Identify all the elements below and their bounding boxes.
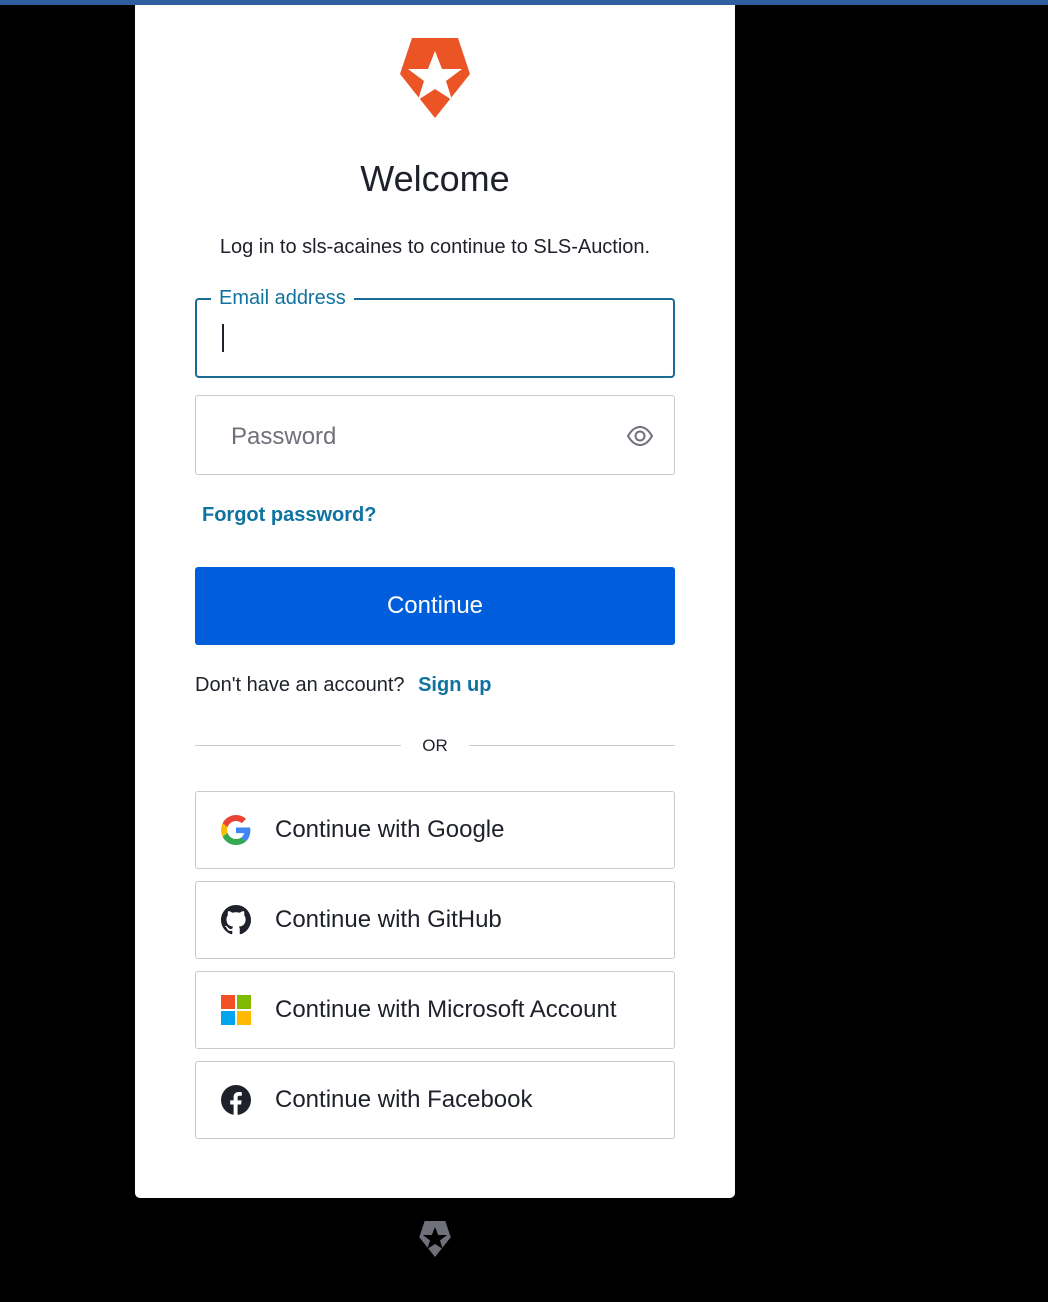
auth0-footer-icon	[419, 1221, 451, 1257]
divider-or-label: OR	[422, 736, 448, 755]
password-placeholder: Password	[231, 423, 337, 450]
facebook-button-label: Continue with Facebook	[275, 1086, 533, 1113]
google-icon	[221, 815, 251, 845]
auth0-logo-icon	[400, 38, 470, 118]
divider-line-right	[469, 745, 675, 746]
continue-with-github-button[interactable]: Continue with GitHub	[195, 881, 675, 959]
email-field[interactable]: Email address	[195, 286, 675, 378]
signup-row: Don't have an account? Sign up	[195, 673, 491, 697]
microsoft-icon	[221, 995, 251, 1025]
google-button-label: Continue with Google	[275, 816, 505, 843]
github-button-label: Continue with GitHub	[275, 906, 502, 933]
text-cursor	[222, 324, 224, 352]
facebook-icon	[221, 1085, 251, 1115]
divider-line-left	[195, 745, 401, 746]
page-title: Welcome	[360, 158, 510, 199]
page-subtitle: Log in to sls-acaines to continue to SLS…	[219, 236, 651, 258]
eye-icon[interactable]	[626, 422, 654, 450]
password-field[interactable]: Password	[195, 395, 675, 475]
continue-with-google-button[interactable]: Continue with Google	[195, 791, 675, 869]
continue-with-facebook-button[interactable]: Continue with Facebook	[195, 1061, 675, 1139]
github-icon	[221, 905, 251, 935]
microsoft-button-label: Continue with Microsoft Account	[275, 996, 617, 1023]
forgot-password-link[interactable]: Forgot password?	[202, 503, 376, 527]
continue-button[interactable]: Continue	[195, 567, 675, 645]
signup-prompt: Don't have an account?	[195, 674, 405, 696]
continue-with-microsoft-button[interactable]: Continue with Microsoft Account	[195, 971, 675, 1049]
email-label: Email address	[211, 286, 354, 310]
signup-link[interactable]: Sign up	[418, 674, 491, 696]
login-card: Welcome Log in to sls-acaines to continu…	[135, 5, 735, 1198]
